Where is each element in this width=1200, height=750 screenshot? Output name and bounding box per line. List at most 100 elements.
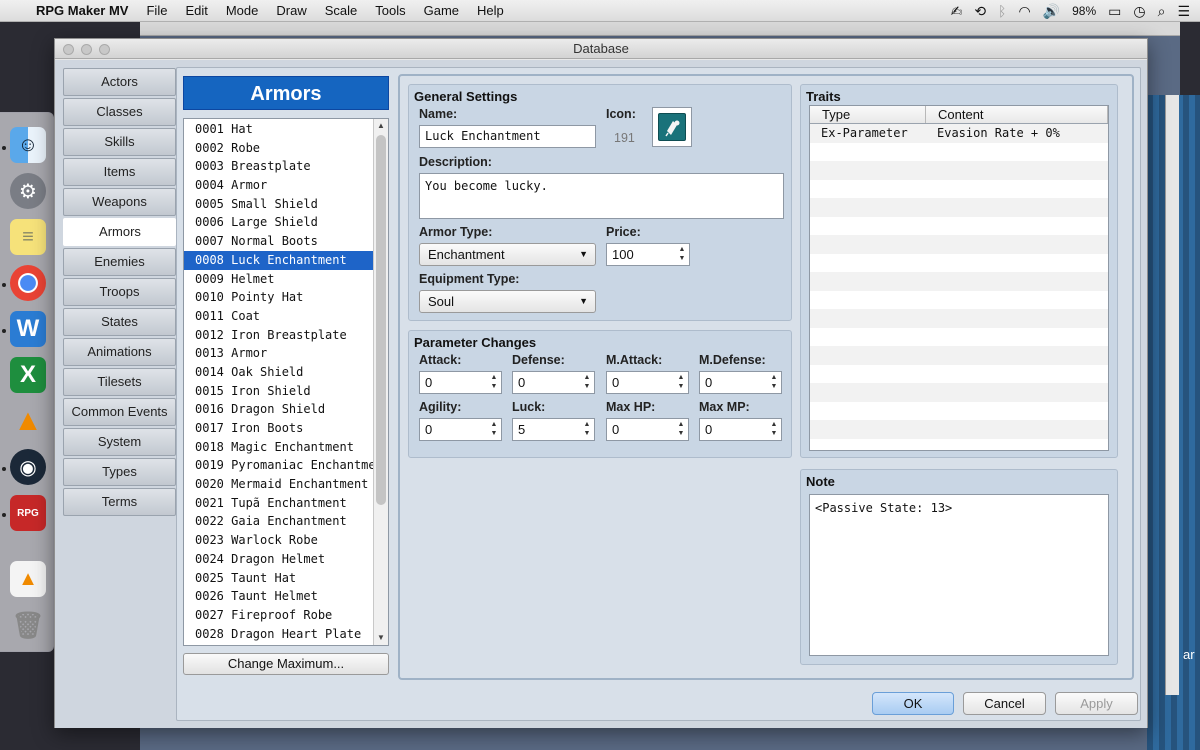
list-item[interactable]: 0026 Taunt Helmet <box>184 587 374 606</box>
list-item[interactable]: 0010 Pointy Hat <box>184 288 374 307</box>
list-item[interactable]: 0019 Pyromaniac Enchantment <box>184 456 374 475</box>
name-field[interactable]: Luck Enchantment <box>419 125 596 148</box>
tab-states[interactable]: States <box>63 308 176 336</box>
signature-icon[interactable]: ✍ <box>951 3 963 20</box>
menu-mode[interactable]: Mode <box>226 3 259 18</box>
rpgmaker-icon[interactable]: RPG <box>10 495 46 531</box>
stepper-arrows-icon[interactable]: ▲ ▼ <box>769 373 779 392</box>
list-item[interactable]: 0025 Taunt Hat <box>184 569 374 588</box>
list-item[interactable]: 0003 Breastplate <box>184 157 374 176</box>
cancel-button[interactable]: Cancel <box>963 692 1046 715</box>
table-row[interactable] <box>810 180 1108 199</box>
armor-list[interactable]: 0001 Hat 0002 Robe 0003 Breastplate 0004 Ar… <box>183 118 389 646</box>
list-item[interactable]: 0006 Large Shield <box>184 213 374 232</box>
app-menu[interactable]: RPG Maker MV <box>36 3 128 18</box>
menu-game[interactable]: Game <box>424 3 459 18</box>
description-field[interactable]: You become lucky. <box>419 173 784 219</box>
stepper-arrows-icon[interactable]: ▲ ▼ <box>582 373 592 392</box>
list-item[interactable]: 0009 Helmet <box>184 270 374 289</box>
table-row[interactable] <box>810 365 1108 384</box>
tab-types[interactable]: Types <box>63 458 176 486</box>
stepper-arrows-icon[interactable]: ▲ ▼ <box>582 420 592 439</box>
list-item[interactable]: 0011 Coat <box>184 307 374 326</box>
battery-icon[interactable]: ▭ <box>1108 3 1121 20</box>
stepper-arrows-icon[interactable]: ▲ ▼ <box>769 420 779 439</box>
list-item[interactable]: 0017 Iron Boots <box>184 419 374 438</box>
zoom-button[interactable] <box>99 44 110 55</box>
param-stepper[interactable]: 0 ▲ ▼ <box>419 418 502 441</box>
vlc-icon[interactable]: ▲ <box>10 403 46 439</box>
spotlight-icon[interactable]: ⌕ <box>1158 3 1166 20</box>
list-item[interactable]: 0016 Dragon Shield <box>184 400 374 419</box>
excel-icon[interactable]: X <box>10 357 46 393</box>
apply-button[interactable]: Apply <box>1055 692 1138 715</box>
param-stepper[interactable]: 0 ▲ ▼ <box>699 371 782 394</box>
tab-terms[interactable]: Terms <box>63 488 176 516</box>
window-titlebar[interactable]: Database <box>55 39 1147 59</box>
time-machine-icon[interactable]: ⟲ <box>974 3 986 20</box>
icon-picker[interactable] <box>652 107 692 147</box>
tab-enemies[interactable]: Enemies <box>63 248 176 276</box>
stepper-arrows-icon[interactable]: ▲ ▼ <box>676 420 686 439</box>
tab-system[interactable]: System <box>63 428 176 456</box>
notes-icon[interactable]: ≡ <box>10 219 46 255</box>
chrome-icon[interactable] <box>10 265 46 301</box>
list-item[interactable]: 0014 Oak Shield <box>184 363 374 382</box>
table-row[interactable] <box>810 402 1108 421</box>
table-row[interactable] <box>810 254 1108 273</box>
menu-help[interactable]: Help <box>477 3 504 18</box>
equip-type-select[interactable]: Soul ▼ <box>419 290 596 313</box>
stepper-arrows-icon[interactable]: ▲ ▼ <box>489 420 499 439</box>
stepper-arrows-icon[interactable]: ▲ ▼ <box>677 245 687 264</box>
table-row[interactable] <box>810 309 1108 328</box>
scroll-thumb[interactable] <box>376 135 386 505</box>
stepper-arrows-icon[interactable]: ▲ ▼ <box>676 373 686 392</box>
scroll-down-icon[interactable]: ▼ <box>374 631 388 645</box>
tab-classes[interactable]: Classes <box>63 98 176 126</box>
bluetooth-icon[interactable]: ᛒ <box>998 3 1006 19</box>
traits-col-type[interactable]: Type <box>810 106 926 123</box>
table-row[interactable] <box>810 272 1108 291</box>
background-scrollbar[interactable] <box>1165 95 1179 695</box>
list-item[interactable]: 0012 Iron Breastplate <box>184 326 374 345</box>
tab-tilesets[interactable]: Tilesets <box>63 368 176 396</box>
list-scrollbar[interactable]: ▲ ▼ <box>373 119 388 645</box>
menu-draw[interactable]: Draw <box>276 3 306 18</box>
tab-items[interactable]: Items <box>63 158 176 186</box>
list-item[interactable]: 0004 Armor <box>184 176 374 195</box>
list-item[interactable]: 0022 Gaia Enchantment <box>184 512 374 531</box>
list-item[interactable]: 0001 Hat <box>184 120 374 139</box>
table-row[interactable]: Ex-Parameter Evasion Rate + 0% <box>810 124 1108 143</box>
vlc-document-icon[interactable]: ▲ <box>10 561 46 597</box>
list-item[interactable]: 0007 Normal Boots <box>184 232 374 251</box>
param-stepper[interactable]: 0 ▲ ▼ <box>699 418 782 441</box>
list-item[interactable]: 0021 Tupã Enchantment <box>184 494 374 513</box>
wifi-icon[interactable]: ◠ <box>1018 3 1030 20</box>
menu-file[interactable]: File <box>146 3 167 18</box>
table-row[interactable] <box>810 143 1108 162</box>
param-stepper[interactable]: 0 ▲ ▼ <box>606 371 689 394</box>
change-maximum-button[interactable]: Change Maximum... <box>183 653 389 675</box>
list-item[interactable]: 0002 Robe <box>184 139 374 158</box>
list-item[interactable]: 0020 Mermaid Enchantment <box>184 475 374 494</box>
tab-common-events[interactable]: Common Events <box>63 398 176 426</box>
table-row[interactable] <box>810 161 1108 180</box>
ok-button[interactable]: OK <box>872 692 954 715</box>
table-row[interactable] <box>810 198 1108 217</box>
tab-armors[interactable]: Armors <box>63 218 176 246</box>
param-stepper[interactable]: 0 ▲ ▼ <box>419 371 502 394</box>
steam-icon[interactable]: ◉ <box>10 449 46 485</box>
minimize-button[interactable] <box>81 44 92 55</box>
menu-tools[interactable]: Tools <box>375 3 405 18</box>
tab-skills[interactable]: Skills <box>63 128 176 156</box>
system-preferences-icon[interactable]: ⚙ <box>10 173 46 209</box>
armor-type-select[interactable]: Enchantment ▼ <box>419 243 596 266</box>
list-item[interactable]: 0024 Dragon Helmet <box>184 550 374 569</box>
table-row[interactable] <box>810 217 1108 236</box>
price-stepper[interactable]: 100 ▲ ▼ <box>606 243 690 266</box>
list-item[interactable]: 0028 Dragon Heart Plate <box>184 625 374 644</box>
tab-actors[interactable]: Actors <box>63 68 176 96</box>
param-stepper[interactable]: 0 ▲ ▼ <box>606 418 689 441</box>
note-textarea[interactable]: <Passive State: 13> <box>809 494 1109 656</box>
table-row[interactable] <box>810 291 1108 310</box>
